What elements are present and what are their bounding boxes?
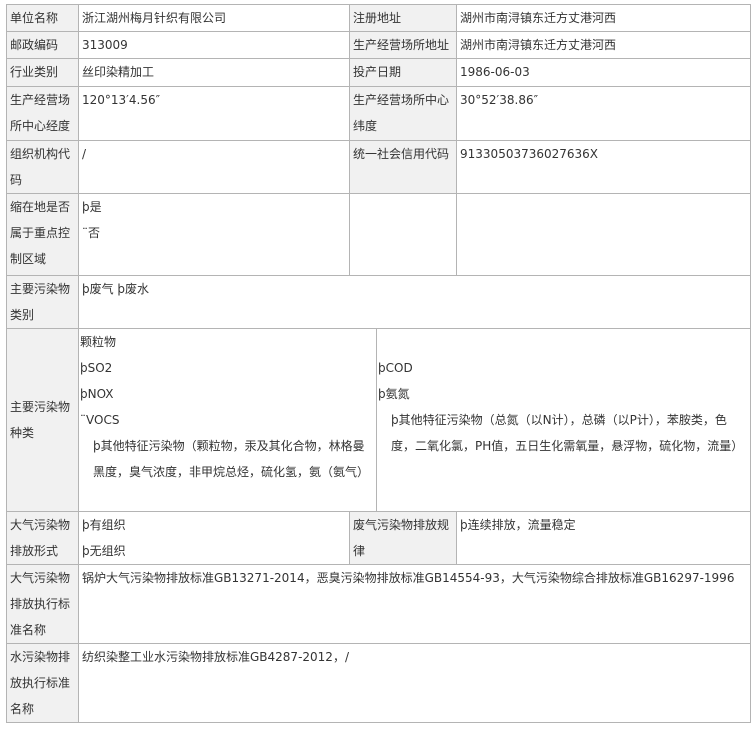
table-row: 主要污染物类别 þ废气 þ废水 [6, 275, 752, 329]
empty-cell [456, 193, 752, 276]
org-code-value: / [78, 140, 350, 194]
air-standard-value: 锅炉大气污染物排放标准GB13271-2014，恶臭污染物排放标准GB14554… [77, 564, 752, 644]
site-address-value: 湖州市南浔镇东迁方丈港河西 [456, 31, 752, 59]
water-pollutant-item: þ氨氮 [378, 387, 410, 401]
registered-address-label: 注册地址 [348, 4, 458, 32]
air-pollutant-item: ¨VOCS [80, 413, 120, 427]
option-organized: þ有组织 [82, 518, 126, 532]
discharge-pattern-value: þ连续排放，流量稳定 [456, 511, 752, 565]
empty-cell [348, 193, 458, 276]
credit-code-label: 统一社会信用代码 [348, 140, 458, 194]
table-row: 大气污染物排放形式 þ有组织 þ无组织 废气污染物排放规律 þ连续排放，流量稳定 [6, 511, 752, 565]
table-row: 组织机构代码 / 统一社会信用代码 91330503736027636X [6, 140, 752, 194]
air-pollutant-types: 颗粒物 þSO2 þNOX ¨VOCS þ其他特征污染物（颗粒物，汞及其化合物，… [78, 328, 377, 512]
option-unorganized: þ无组织 [82, 544, 126, 558]
air-pollutant-item: þNOX [80, 387, 114, 401]
water-other-pollutants: þ其他特征污染物（总氮（以N计），总磷（以P计），苯胺类，色度，二氧化氯，PH值… [391, 413, 744, 453]
postal-code-label: 邮政编码 [6, 31, 79, 59]
page: 单位名称 浙江湖州梅月针织有限公司 注册地址 湖州市南浔镇东迁方丈港河西 邮政编… [0, 0, 755, 734]
air-discharge-form-label: 大气污染物排放形式 [6, 511, 79, 565]
air-discharge-form-options: þ有组织 þ无组织 [78, 511, 350, 565]
enterprise-info-table: 单位名称 浙江湖州梅月针织有限公司 注册地址 湖州市南浔镇东迁方丈港河西 邮政编… [6, 4, 752, 723]
postal-code-value: 313009 [78, 31, 350, 59]
start-date-label: 投产日期 [348, 58, 458, 87]
table-row: 生产经营场所中心经度 120°13′4.56″ 生产经营场所中心纬度 30°52… [6, 86, 752, 141]
water-standard-label: 水污染物排放执行标准名称 [6, 643, 79, 723]
pollutant-category-label: 主要污染物类别 [6, 275, 79, 329]
water-pollutant-item: þCOD [378, 361, 413, 375]
table-row: 行业类别 丝印染精加工 投产日期 1986-06-03 [6, 58, 752, 87]
latitude-value: 30°52′38.86″ [456, 86, 752, 141]
table-row: 缩在地是否属于重点控制区域 þ是 ¨否 [6, 193, 752, 276]
site-address-label: 生产经营场所地址 [348, 31, 458, 59]
longitude-label: 生产经营场所中心经度 [6, 86, 79, 141]
longitude-value: 120°13′4.56″ [78, 86, 350, 141]
table-row: 邮政编码 313009 生产经营场所地址 湖州市南浔镇东迁方丈港河西 [6, 31, 752, 59]
discharge-pattern-label: 废气污染物排放规律 [348, 511, 458, 565]
option-no: ¨否 [82, 226, 101, 240]
industry-value: 丝印染精加工 [78, 58, 350, 87]
air-other-pollutants: þ其他特征污染物（颗粒物，汞及其化合物，林格曼黑度，臭气浓度，非甲烷总烃，硫化氢… [93, 439, 370, 479]
water-pollutant-types: þCOD þ氨氮 þ其他特征污染物（总氮（以N计），总磷（以P计），苯胺类，色度… [375, 328, 752, 512]
start-date-value: 1986-06-03 [456, 58, 752, 87]
air-pollutant-item: 颗粒物 [80, 335, 117, 349]
table-row: 单位名称 浙江湖州梅月针织有限公司 注册地址 湖州市南浔镇东迁方丈港河西 [6, 4, 752, 32]
key-control-area-label: 缩在地是否属于重点控制区域 [6, 193, 79, 276]
table-row: 水污染物排放执行标准名称 纺织染整工业水污染物排放标准GB4287-2012，/ [6, 643, 752, 723]
industry-label: 行业类别 [6, 58, 79, 87]
org-code-label: 组织机构代码 [6, 140, 79, 194]
pollutant-category-value: þ废气 þ废水 [77, 275, 752, 329]
unit-name-value: 浙江湖州梅月针织有限公司 [78, 4, 350, 32]
air-standard-label: 大气污染物排放执行标准名称 [6, 564, 79, 644]
pollutant-types-label: 主要污染物种类 [6, 328, 79, 512]
key-control-area-options: þ是 ¨否 [78, 193, 350, 276]
credit-code-value: 91330503736027636X [456, 140, 752, 194]
air-pollutant-item: þSO2 [80, 361, 113, 375]
table-row: 大气污染物排放执行标准名称 锅炉大气污染物排放标准GB13271-2014，恶臭… [6, 564, 752, 644]
latitude-label: 生产经营场所中心纬度 [348, 86, 458, 141]
table-row: 主要污染物种类 颗粒物 þSO2 þNOX ¨VOCS þ其他特征污染物（颗粒物… [6, 328, 752, 512]
water-standard-value: 纺织染整工业水污染物排放标准GB4287-2012，/ [77, 643, 752, 723]
registered-address-value: 湖州市南浔镇东迁方丈港河西 [456, 4, 752, 32]
option-yes: þ是 [82, 200, 102, 214]
unit-name-label: 单位名称 [6, 4, 79, 32]
